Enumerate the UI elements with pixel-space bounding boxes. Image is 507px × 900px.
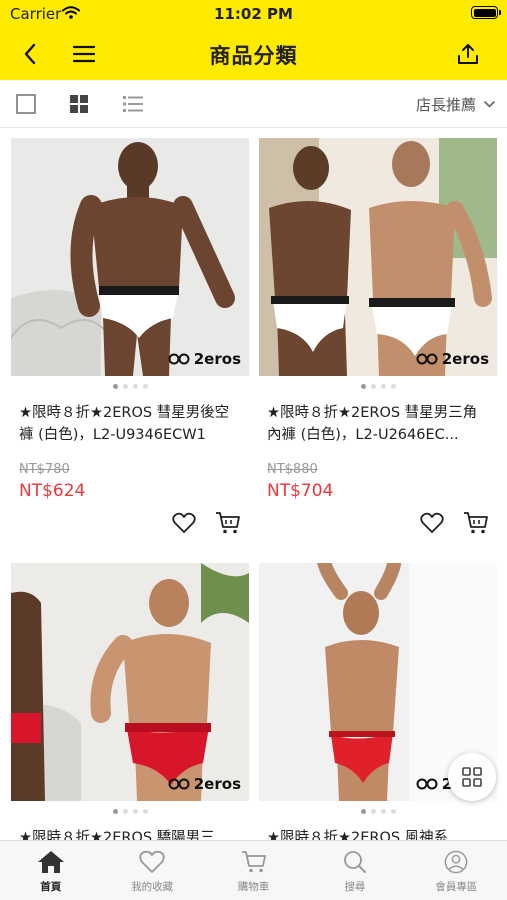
model-photo: [11, 138, 249, 376]
chevron-down-icon: [484, 101, 495, 108]
favorite-button[interactable]: [171, 510, 197, 536]
carousel-dot: [122, 383, 128, 389]
brand-logo: 2eros: [168, 775, 241, 793]
tab-label: 我的收藏: [131, 881, 174, 893]
product-name[interactable]: ★限時８折★2EROS 彗星男三角內褲 (白色)，L2-U2646EC...: [267, 402, 489, 446]
tab-home[interactable]: 首頁: [0, 841, 101, 900]
carousel-dot: [112, 808, 118, 814]
carousel-dot: [380, 383, 386, 389]
carousel-dots: [259, 376, 497, 396]
sale-price: NT$704: [267, 481, 334, 501]
original-price: NT$880: [267, 462, 318, 477]
card-actions: [419, 510, 489, 536]
product-name[interactable]: ★限時８折★2EROS 彗星男後空褲 (白色)，L2-U9346ECW1: [19, 402, 241, 446]
cart-icon: [241, 851, 266, 873]
infinity-logo-icon: [168, 353, 190, 365]
product-card[interactable]: 2eros ★限時８折★2EROS 彗星男三角內褲 (白色)，L2-U2646E…: [259, 138, 497, 534]
infinity-logo-icon: [168, 778, 190, 790]
carousel-dot: [142, 808, 148, 814]
search-icon: [344, 851, 366, 873]
carousel-dot: [360, 383, 366, 389]
carousel-dot: [112, 383, 118, 389]
header-bar: Carrier 11:02 PM 商品分類: [0, 0, 507, 80]
carousel-dot: [132, 808, 138, 814]
share-button[interactable]: [450, 36, 486, 72]
product-name[interactable]: ★限時８折★2EROS 風神系: [267, 827, 489, 840]
tab-label: 會員專區: [435, 881, 478, 893]
carousel-dot: [142, 383, 148, 389]
category-grid-fab[interactable]: [448, 753, 496, 801]
list-view-button[interactable]: [121, 92, 145, 116]
carousel-dot: [122, 808, 128, 814]
grid-view-button[interactable]: [67, 92, 91, 116]
carousel-dots: [259, 801, 497, 821]
heart-icon: [139, 850, 165, 873]
status-bar: Carrier 11:02 PM: [0, 0, 507, 28]
carousel-dot: [390, 383, 396, 389]
hamburger-menu-icon: [73, 45, 95, 63]
sort-label: 店長推薦: [415, 96, 476, 114]
back-button[interactable]: [12, 36, 48, 72]
heart-icon: [420, 512, 444, 533]
carousel-dot: [370, 808, 376, 814]
app-screen: Carrier 11:02 PM 商品分類 店長推薦 2eros ★限時８折★2…: [0, 0, 507, 900]
brand-logo: 2eros: [416, 350, 489, 368]
status-time: 11:02 PM: [214, 5, 293, 23]
model-photo: [259, 138, 497, 376]
product-image[interactable]: 2eros: [259, 138, 497, 376]
grid-outline-icon: [462, 767, 482, 787]
carousel-dot: [380, 808, 386, 814]
carousel-dots: [11, 801, 249, 821]
carousel-dot: [132, 383, 138, 389]
cart-icon: [216, 512, 240, 534]
card-actions: [171, 510, 241, 536]
brand-logo: 2eros: [168, 350, 241, 368]
original-price: NT$780: [19, 462, 70, 477]
grid-icon: [70, 95, 88, 113]
carousel-dot: [390, 808, 396, 814]
tab-favorites[interactable]: 我的收藏: [101, 841, 202, 900]
add-to-cart-button[interactable]: [215, 510, 241, 536]
favorite-button[interactable]: [419, 510, 445, 536]
sale-price: NT$624: [19, 481, 86, 501]
tab-label: 搜尋: [344, 881, 366, 893]
battery-icon: [471, 6, 501, 19]
carousel-dots: [11, 376, 249, 396]
list-icon: [123, 96, 143, 112]
sort-dropdown[interactable]: 店長推薦: [416, 94, 495, 115]
user-icon: [444, 850, 468, 874]
chevron-left-icon: [24, 43, 36, 65]
infinity-logo-icon: [416, 353, 438, 365]
bottom-tab-bar: 首頁 我的收藏 購物車 搜尋 會員專區: [0, 840, 507, 900]
menu-button[interactable]: [66, 36, 102, 72]
product-card[interactable]: 2eros ★限時８折★2EROS 驕陽男三: [11, 563, 249, 840]
cart-icon: [464, 512, 488, 534]
add-to-cart-button[interactable]: [463, 510, 489, 536]
home-icon: [37, 851, 64, 873]
navigation-bar: 商品分類: [0, 28, 507, 80]
tab-search[interactable]: 搜尋: [304, 841, 405, 900]
product-image[interactable]: 2eros: [11, 138, 249, 376]
view-toolbar: 店長推薦: [0, 80, 507, 128]
carousel-dot: [370, 383, 376, 389]
carousel-dot: [360, 808, 366, 814]
share-upload-icon: [458, 44, 478, 64]
product-image[interactable]: 2eros: [11, 563, 249, 801]
tab-cart[interactable]: 購物車: [203, 841, 304, 900]
infinity-logo-icon: [416, 778, 438, 790]
product-grid: 2eros ★限時８折★2EROS 彗星男後空褲 (白色)，L2-U9346EC…: [0, 128, 507, 840]
tab-member[interactable]: 會員專區: [406, 841, 507, 900]
model-photo: [11, 563, 249, 801]
tab-label: 首頁: [40, 881, 62, 893]
product-card[interactable]: 2eros ★限時８折★2EROS 彗星男後空褲 (白色)，L2-U9346EC…: [11, 138, 249, 534]
product-name[interactable]: ★限時８折★2EROS 驕陽男三: [19, 827, 241, 840]
heart-icon: [172, 512, 196, 533]
single-view-button[interactable]: [14, 92, 38, 116]
single-square-icon: [16, 94, 36, 114]
tab-label: 購物車: [237, 881, 270, 893]
